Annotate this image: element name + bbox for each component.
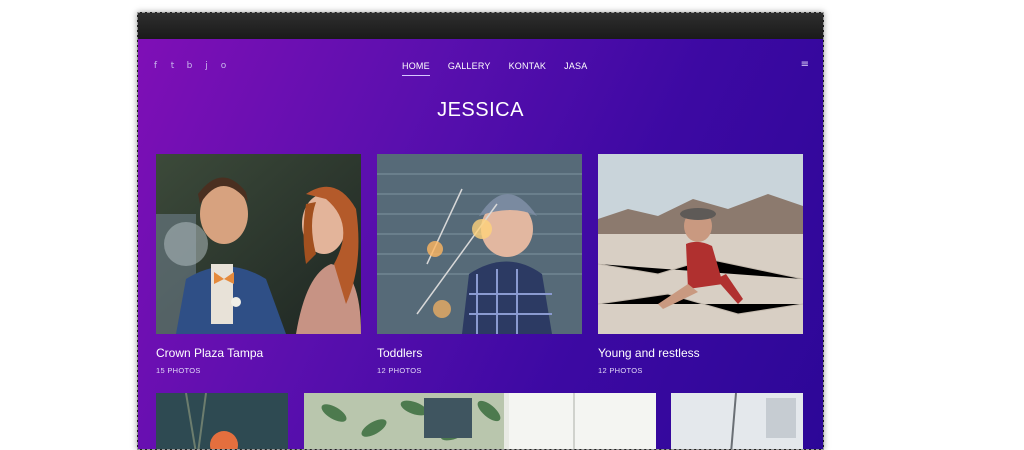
website-page: f t b j o HOME GALLERY KONTAK JASA ≡ JES… (138, 39, 823, 449)
album-photo-count: 12 PHOTOS (377, 366, 422, 375)
vine-icon[interactable]: j (203, 61, 210, 71)
gallery-photo-tile[interactable] (671, 393, 803, 449)
nav-jasa[interactable]: JASA (564, 61, 587, 76)
album-title[interactable]: Crown Plaza Tampa (156, 346, 361, 360)
child-with-sparkler-photo[interactable] (377, 154, 582, 334)
album-card[interactable]: Young and restless 12 PHOTOS (598, 154, 803, 375)
wedding-couple-photo[interactable] (156, 154, 361, 334)
hamburger-menu-icon[interactable]: ≡ (801, 59, 809, 70)
album-card[interactable]: Toddlers 12 PHOTOS (377, 154, 582, 375)
browser-frame: f t b j o HOME GALLERY KONTAK JASA ≡ JES… (137, 12, 824, 450)
nav-home[interactable]: HOME (402, 61, 430, 76)
twitter-icon[interactable]: t (169, 61, 176, 71)
behance-icon[interactable]: b (186, 61, 193, 71)
album-card[interactable]: Crown Plaza Tampa 15 PHOTOS (156, 154, 361, 375)
instagram-icon[interactable]: o (220, 61, 227, 71)
album-title[interactable]: Toddlers (377, 346, 582, 360)
nav-kontak[interactable]: KONTAK (509, 61, 547, 76)
browser-title-bar (138, 13, 823, 39)
site-title: JESSICA (437, 99, 524, 121)
album-title[interactable]: Young and restless (598, 346, 803, 360)
social-links: f t b j o (152, 61, 227, 71)
nav-gallery[interactable]: GALLERY (448, 61, 491, 76)
album-photo-count: 12 PHOTOS (598, 366, 643, 375)
album-photo-count: 15 PHOTOS (156, 366, 201, 375)
gallery-photo-tile[interactable] (304, 393, 656, 449)
woman-in-desert-photo[interactable] (598, 154, 803, 334)
facebook-icon[interactable]: f (152, 61, 159, 71)
main-navigation: HOME GALLERY KONTAK JASA (402, 61, 587, 76)
gallery-photo-tile[interactable] (156, 393, 288, 449)
